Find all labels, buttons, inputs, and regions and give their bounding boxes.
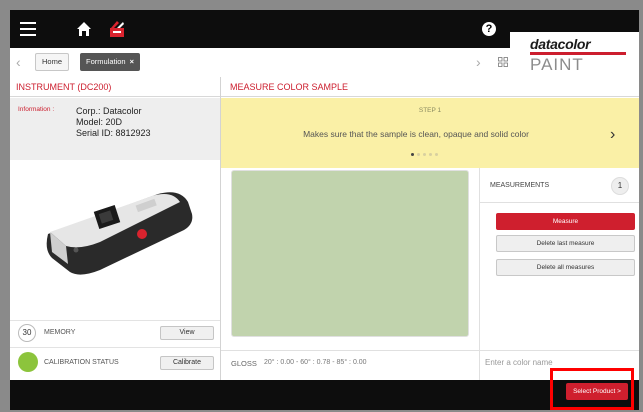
measure-panel-title: MEASURE COLOR SAMPLE xyxy=(220,77,639,97)
step-dot[interactable] xyxy=(411,153,414,156)
instrument-info: Information : Corp.: Datacolor Model: 20… xyxy=(10,98,220,160)
delete-last-measure-button[interactable]: Delete last measure xyxy=(496,235,635,252)
delete-all-measures-button[interactable]: Delete all measures xyxy=(496,259,635,276)
measurements-title: MEASUREMENTS xyxy=(490,182,550,189)
step-banner: STEP 1 Makes sure that the sample is cle… xyxy=(221,98,639,168)
step-dot[interactable] xyxy=(435,153,438,156)
step-label: STEP 1 xyxy=(418,107,442,114)
measure-button[interactable]: Measure xyxy=(496,213,635,230)
datacolor-paint-logo: datacolor PAINT xyxy=(510,32,639,80)
close-icon[interactable]: × xyxy=(130,57,134,66)
spectrophotometer-image xyxy=(46,192,193,275)
highlight-box xyxy=(550,368,634,410)
bottom-bar xyxy=(10,380,639,410)
memory-count: 30 xyxy=(18,324,36,342)
divider xyxy=(480,202,639,203)
breadcrumb-formulation[interactable]: Formulation × xyxy=(80,53,140,71)
chevron-left-icon[interactable]: ‹ xyxy=(16,55,24,69)
calibration-row: CALIBRATION STATUS Calibrate xyxy=(10,347,220,375)
step-dot[interactable] xyxy=(417,153,420,156)
info-corp: Corp.: Datacolor xyxy=(76,106,142,116)
step-pager xyxy=(411,153,451,157)
home-icon[interactable] xyxy=(76,21,92,37)
gloss-row: GLOSS 20° : 0.00 - 60° : 0.78 - 85° : 0.… xyxy=(221,350,479,374)
help-icon[interactable]: ? xyxy=(482,22,496,36)
instrument-panel-title: INSTRUMENT (DC200) xyxy=(10,77,220,97)
grid-icon[interactable] xyxy=(498,57,508,67)
color-swatch xyxy=(231,170,469,337)
tool-icon[interactable] xyxy=(108,19,126,39)
chevron-right-icon[interactable]: › xyxy=(476,54,481,70)
app-window: ? datacolor PAINT ‹ Home Formulation × › … xyxy=(10,10,639,410)
info-label: Information : xyxy=(18,106,55,113)
measurements-panel: MEASUREMENTS 1 Measure Delete last measu… xyxy=(479,168,639,380)
breadcrumb-formulation-label: Formulation xyxy=(86,57,126,66)
step-instruction: Makes sure that the sample is clean, opa… xyxy=(303,129,529,139)
step-dot[interactable] xyxy=(423,153,426,156)
memory-label: MEMORY xyxy=(44,329,76,336)
info-values: Corp.: Datacolor Model: 20D Serial ID: 8… xyxy=(76,106,151,139)
breadcrumb-home[interactable]: Home xyxy=(35,53,70,71)
step-dot[interactable] xyxy=(429,153,432,156)
gloss-values: 20° : 0.00 - 60° : 0.78 - 85° : 0.00 xyxy=(264,359,367,366)
calibration-label: CALIBRATION STATUS xyxy=(44,359,119,366)
brand-product: PAINT xyxy=(530,55,584,74)
calibrate-button[interactable]: Calibrate xyxy=(160,356,214,370)
calibration-status-indicator xyxy=(18,352,38,372)
memory-row: 30 MEMORY View xyxy=(10,320,220,344)
view-button[interactable]: View xyxy=(160,326,214,340)
brand-name: datacolor xyxy=(530,36,591,52)
info-model: Model: 20D xyxy=(76,117,123,127)
measurements-count: 1 xyxy=(611,177,629,195)
info-serial: Serial ID: 8812923 xyxy=(76,128,151,138)
menu-icon[interactable] xyxy=(20,22,36,36)
chevron-right-icon[interactable]: › xyxy=(610,126,615,144)
gloss-label: GLOSS xyxy=(231,359,257,368)
breadcrumb: ‹ Home Formulation × xyxy=(10,48,510,76)
